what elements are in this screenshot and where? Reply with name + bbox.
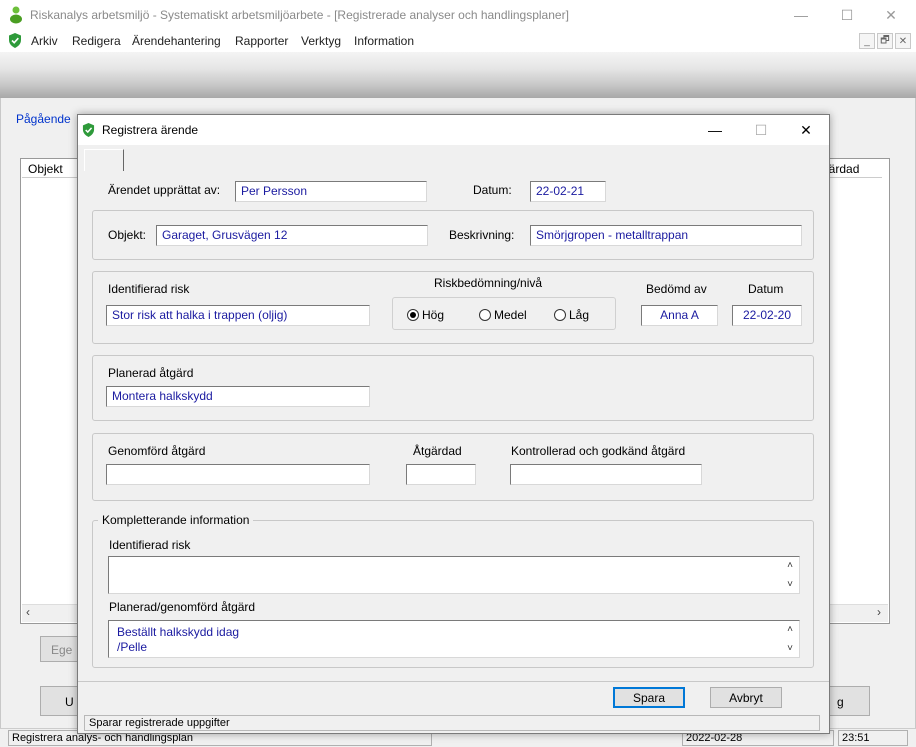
bedomd-av-label: Bedömd av <box>646 282 707 296</box>
bedomd-av-field[interactable]: Anna A <box>641 305 718 326</box>
radio-medel[interactable]: Medel <box>479 308 527 322</box>
menu-redigera[interactable]: Redigera <box>72 34 121 48</box>
radio-unselected-icon <box>554 309 566 321</box>
komp-identifierad-scrollbar[interactable]: ˄ ˅ <box>783 558 797 592</box>
scroll-up-icon[interactable]: ˄ <box>787 624 793 635</box>
dialog-titlebar: Registrera ärende — ☐ ✕ <box>78 115 829 145</box>
komp-identifierad-textarea[interactable] <box>108 556 800 594</box>
kontrollerad-field[interactable] <box>510 464 702 485</box>
upprattat-field[interactable]: Per Persson <box>235 181 427 202</box>
planerad-label: Planerad åtgärd <box>108 366 194 380</box>
app-logo-icon <box>10 6 22 24</box>
datum-field[interactable]: 22-02-21 <box>530 181 606 202</box>
planerad-field[interactable]: Montera halkskydd <box>106 386 370 407</box>
menu-verktyg[interactable]: Verktyg <box>301 34 341 48</box>
menubar: Arkiv Redigera Ärendehantering Rapporter… <box>0 30 916 52</box>
dialog-tab[interactable] <box>84 149 124 171</box>
risk-datum-label: Datum <box>748 282 784 296</box>
radio-lag[interactable]: Låg <box>554 308 589 322</box>
radio-selected-icon <box>407 309 419 321</box>
atgardad-label: Åtgärdad <box>413 444 462 458</box>
komp-planerad-textarea[interactable]: Beställt halkskydd idag /Pelle <box>108 620 800 658</box>
risk-datum-field[interactable]: 22-02-20 <box>732 305 802 326</box>
beskrivning-label: Beskrivning: <box>449 228 515 242</box>
tab-pagaende[interactable]: Pågående <box>16 112 71 126</box>
dialog-minimize-button[interactable]: — <box>692 115 738 145</box>
mdi-minimize-button[interactable]: _ <box>859 33 875 49</box>
komp-identifierad-label: Identifierad risk <box>109 538 191 552</box>
atgardad-field[interactable] <box>406 464 476 485</box>
maximize-button[interactable]: ☐ <box>824 0 870 30</box>
cancel-button[interactable]: Avbryt <box>710 687 782 708</box>
main-titlebar: Riskanalys arbetsmiljö - Systematiskt ar… <box>0 0 916 30</box>
shield-check-icon <box>82 123 95 137</box>
dialog-maximize-button[interactable]: ☐ <box>738 115 784 145</box>
objekt-field[interactable]: Garaget, Grusvägen 12 <box>156 225 428 246</box>
toolbar-band <box>0 52 916 98</box>
status-time: 23:51 <box>838 730 908 746</box>
kontrollerad-label: Kontrollerad och godkänd åtgärd <box>511 444 686 458</box>
window-title: Riskanalys arbetsmiljö - Systematiskt ar… <box>30 8 569 22</box>
save-button[interactable]: Spara <box>613 687 685 708</box>
shield-check-icon <box>9 33 21 48</box>
radio-hog[interactable]: Hög <box>407 308 444 322</box>
menu-arkiv[interactable]: Arkiv <box>31 34 58 48</box>
mdi-restore-button[interactable]: 🗗 <box>877 33 893 49</box>
minimize-button[interactable]: — <box>778 0 824 30</box>
menu-arendehantering[interactable]: Ärendehantering <box>132 34 221 48</box>
komp-planerad-label: Planerad/genomförd åtgärd <box>109 600 256 614</box>
datum-label: Datum: <box>473 183 512 197</box>
riskbedomning-label: Riskbedömning/nivå <box>434 276 543 290</box>
dialog-title: Registrera ärende <box>102 123 199 137</box>
genomford-field[interactable] <box>106 464 370 485</box>
menu-rapporter[interactable]: Rapporter <box>235 34 288 48</box>
radio-unselected-icon <box>479 309 491 321</box>
komp-planerad-scrollbar[interactable]: ˄ ˅ <box>783 622 797 656</box>
upprattat-label: Ärendet upprättat av: <box>108 183 221 197</box>
close-button[interactable]: ✕ <box>868 0 914 30</box>
egen-button[interactable]: Ege <box>40 636 82 662</box>
column-header-objekt[interactable]: Objekt <box>22 160 82 178</box>
scroll-up-icon[interactable]: ˄ <box>787 560 793 571</box>
scroll-down-icon[interactable]: ˅ <box>787 643 793 654</box>
dialog-divider <box>78 681 829 682</box>
identifierad-risk-field[interactable]: Stor risk att halka i trappen (oljig) <box>106 305 370 326</box>
register-dialog: Registrera ärende — ☐ ✕ Ärendet upprätta… <box>77 114 830 734</box>
mdi-close-button[interactable]: ✕ <box>895 33 911 49</box>
menu-information[interactable]: Information <box>354 34 414 48</box>
identifierad-risk-label: Identifierad risk <box>108 282 190 296</box>
objekt-label: Objekt: <box>108 228 147 242</box>
scroll-right-icon[interactable]: › <box>877 605 881 619</box>
kompletterande-legend: Kompletterande information <box>98 513 254 527</box>
beskrivning-field[interactable]: Smörjgropen - metalltrappan <box>530 225 802 246</box>
komp-planerad-line-2: /Pelle <box>117 640 148 654</box>
scroll-left-icon[interactable]: ‹ <box>26 605 30 619</box>
dialog-statusbar: Sparar registrerade uppgifter <box>84 715 820 731</box>
dialog-close-button[interactable]: ✕ <box>783 115 829 145</box>
komp-planerad-line-1: Beställt halkskydd idag <box>117 625 240 639</box>
scroll-down-icon[interactable]: ˅ <box>787 579 793 590</box>
genomford-label: Genomförd åtgärd <box>108 444 206 458</box>
